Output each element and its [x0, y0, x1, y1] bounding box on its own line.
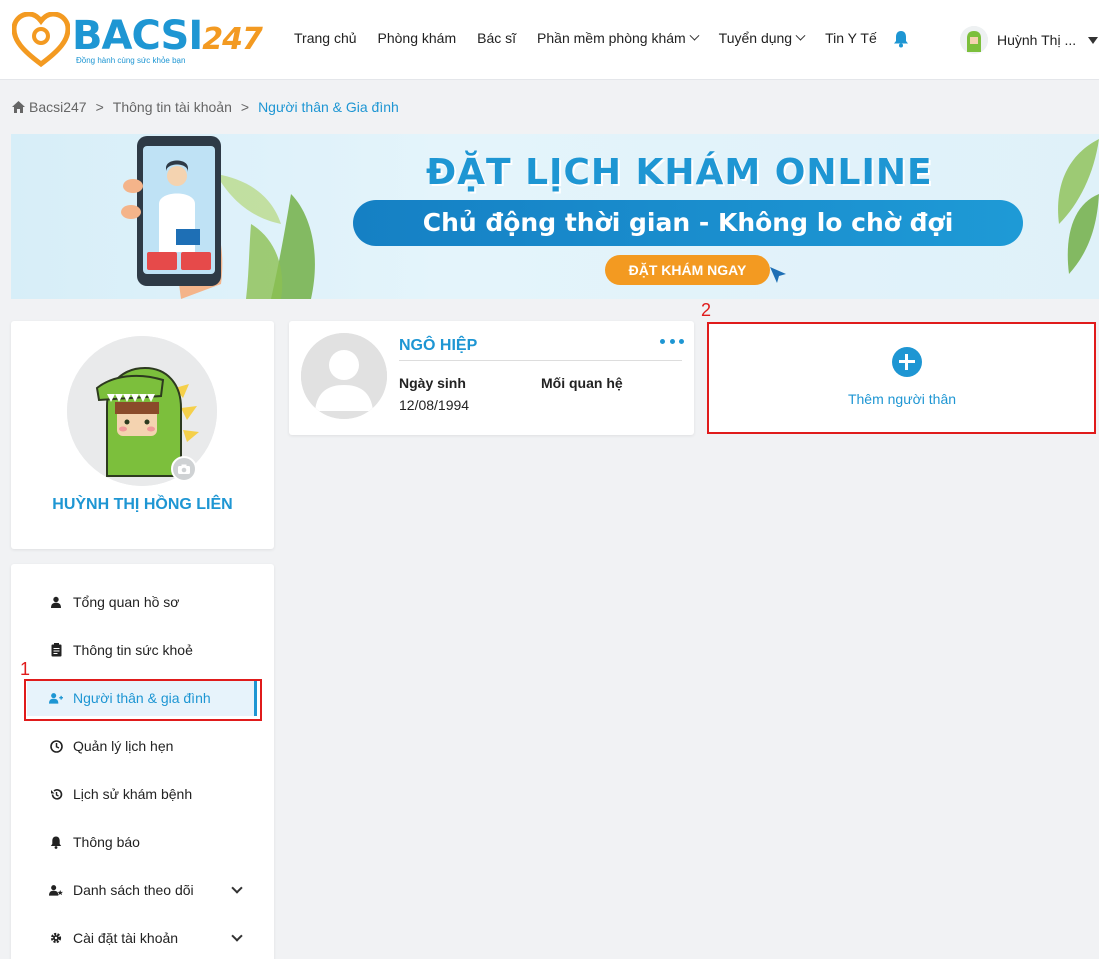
cursor-icon: [770, 267, 786, 283]
nav-doctors[interactable]: Bác sĩ: [477, 30, 516, 46]
relative-card: NGÔ HIỆP Ngày sinh 12/08/1994 Mối quan h…: [289, 321, 694, 435]
relative-avatar: [301, 333, 387, 419]
chevron-down-icon[interactable]: [231, 930, 243, 942]
menu-item-account-settings[interactable]: Cài đặt tài khoản: [27, 920, 257, 956]
divider: [399, 360, 682, 361]
chevron-down-icon[interactable]: [231, 882, 243, 894]
main-nav: Trang chủ Phòng khám Bác sĩ Phần mềm phò…: [294, 30, 898, 46]
dot-icon: [679, 338, 684, 344]
logo-tagline: Đồng hành cùng sức khỏe bạn: [76, 56, 186, 65]
dot-icon: [660, 338, 665, 344]
bell-icon: [49, 835, 63, 849]
nav-clinic-software[interactable]: Phần mềm phòng khám: [537, 30, 700, 46]
annotation-number-2: 2: [701, 300, 712, 320]
menu-item-label: Thông tin sức khoẻ: [73, 642, 193, 658]
logo[interactable]: BACSI247 Đồng hành cùng sức khỏe bạn: [12, 12, 263, 68]
menu-item-label: Lịch sử khám bệnh: [73, 786, 193, 802]
add-relative-label: Thêm người thân: [847, 391, 957, 407]
book-now-button[interactable]: ĐẶT KHÁM NGAY: [605, 255, 770, 285]
annotation-number-1: 1: [20, 659, 31, 679]
default-user-icon: [301, 333, 387, 419]
user-star-icon: [49, 883, 63, 897]
camera-icon: [178, 464, 190, 474]
user-icon: [49, 595, 63, 609]
nav-home[interactable]: Trang chủ: [294, 30, 357, 46]
menu-item-watch-list[interactable]: Danh sách theo dõi: [27, 872, 257, 908]
more-options-button[interactable]: [660, 335, 684, 347]
booking-banner[interactable]: ĐẶT LỊCH KHÁM ONLINE Chủ động thời gian …: [11, 134, 1099, 299]
clipboard-icon: [49, 643, 63, 657]
menu-item-family[interactable]: Người thân & gia đình: [27, 680, 257, 716]
user-menu[interactable]: Huỳnh Thị ...: [960, 26, 1099, 54]
home-icon: [12, 101, 25, 113]
breadcrumb-separator: >: [95, 99, 104, 115]
menu-item-label: Người thân & gia đình: [73, 690, 211, 706]
add-relative-button[interactable]: Thêm người thân: [709, 323, 1095, 433]
bell-icon[interactable]: [893, 30, 909, 48]
dot-icon: [669, 338, 675, 344]
menu-item-label: Tổng quan hồ sơ: [73, 594, 180, 610]
user-name: Huỳnh Thị ...: [997, 32, 1077, 48]
profile-name: HUỲNH THỊ HỒNG LIÊN: [52, 496, 233, 513]
plus-circle-icon: [892, 347, 922, 377]
change-avatar-button[interactable]: [171, 456, 197, 482]
breadcrumb-account-info[interactable]: Thông tin tài khoản: [113, 99, 232, 115]
nav-clinics[interactable]: Phòng khám: [378, 30, 457, 46]
breadcrumb-separator: >: [240, 99, 250, 115]
menu-item-appointments[interactable]: Quản lý lịch hẹn: [27, 728, 257, 764]
history-icon: [49, 787, 63, 801]
nav-health-news[interactable]: Tin Y Tế: [825, 30, 877, 46]
breadcrumb: Bacsi247 > Thông tin tài khoản > Người t…: [12, 99, 399, 115]
banner-subtitle: Chủ động thời gian - Không lo chờ đợi: [422, 208, 954, 237]
clock-icon: [49, 739, 63, 753]
banner-title: ĐẶT LỊCH KHÁM ONLINE: [426, 152, 933, 193]
heart-stethoscope-logo-icon: [12, 12, 70, 68]
menu-item-label: Cài đặt tài khoản: [73, 930, 179, 946]
chevron-down-icon: [689, 30, 700, 41]
user-plus-icon: [49, 691, 63, 705]
birth-date-value: 12/08/1994: [399, 397, 470, 413]
relative-name: NGÔ HIỆP: [399, 337, 478, 354]
menu-item-label: Danh sách theo dõi: [73, 882, 194, 898]
menu-item-label: Quản lý lịch hẹn: [73, 738, 174, 754]
gear-icon: [49, 931, 63, 945]
account-menu: Tổng quan hồ sơ Thông tin sức khoẻ Người…: [11, 564, 274, 959]
top-header: BACSI247 Đồng hành cùng sức khỏe bạn Tra…: [0, 0, 1099, 80]
menu-item-profile-overview[interactable]: Tổng quan hồ sơ: [27, 584, 257, 620]
breadcrumb-current: Người thân & Gia đình: [258, 99, 399, 115]
birth-date-label: Ngày sinh: [399, 375, 466, 391]
nav-recruitment[interactable]: Tuyển dụng: [719, 30, 806, 46]
logo-wordmark: BACSI247: [72, 13, 263, 59]
profile-card: HUỲNH THỊ HỒNG LIÊN: [11, 321, 274, 549]
banner-leaves-left-illustration: [121, 136, 315, 299]
menu-item-health-info[interactable]: Thông tin sức khoẻ: [27, 632, 257, 668]
chevron-down-icon: [795, 30, 806, 41]
menu-item-label: Thông báo: [73, 834, 140, 850]
menu-item-medical-history[interactable]: Lịch sử khám bệnh: [27, 776, 257, 812]
avatar: [960, 26, 988, 54]
breadcrumb-home[interactable]: Bacsi247: [29, 99, 87, 115]
caret-down-icon: [1088, 36, 1099, 44]
menu-item-notifications[interactable]: Thông báo: [27, 824, 257, 860]
relationship-label: Mối quan hệ: [541, 375, 623, 391]
